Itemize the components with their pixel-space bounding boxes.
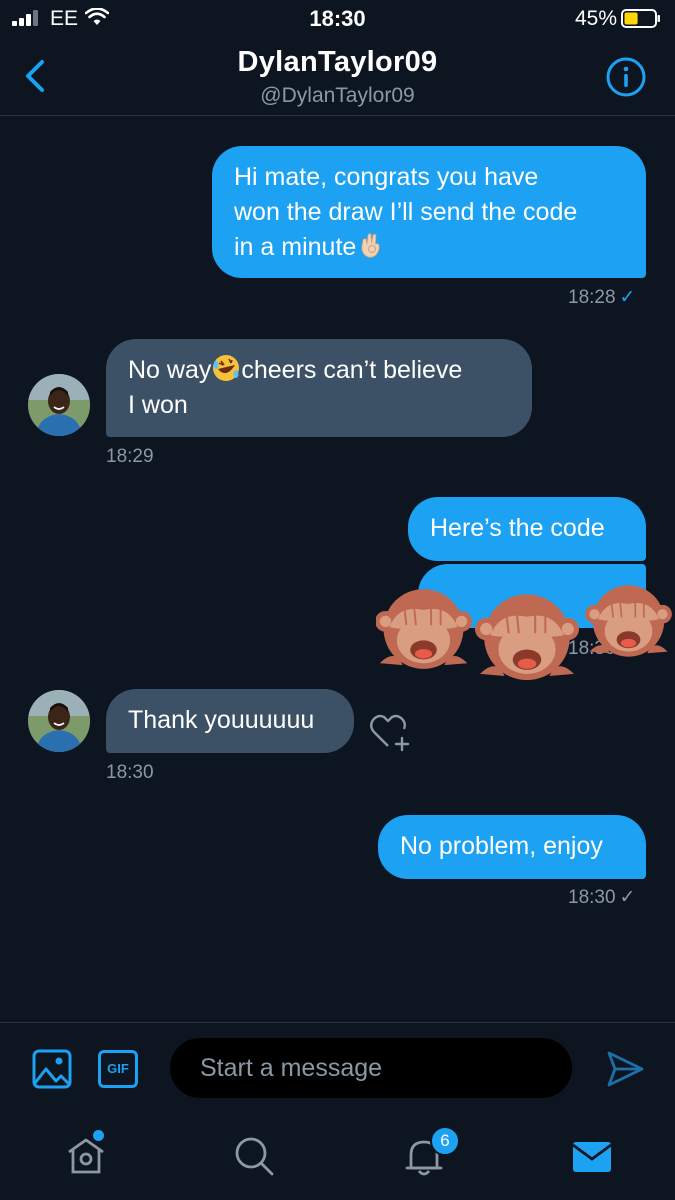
message-timestamp: 18:29 [106,446,154,467]
message-timestamp: 18:30 [106,762,154,783]
conversation-header: DylanTaylor09 @DylanTaylor09 [0,38,675,116]
read-check-icon: ✓ [619,287,636,308]
message-bubble-incoming[interactable]: Thank youuuuuu [106,689,354,753]
battery-percent: 45% [574,7,617,30]
avatar[interactable] [28,690,90,752]
image-icon[interactable] [32,1049,72,1089]
message-bubble-incoming[interactable]: No way cheers can’t believe I won [106,339,532,437]
message-line: Thank youuuuuu [128,706,315,734]
search-icon[interactable] [232,1134,276,1178]
contact-name[interactable]: DylanTaylor09 [0,46,675,79]
avatar-photo [28,690,90,752]
avatar[interactable] [28,374,90,436]
battery-icon [621,9,660,28]
sent-check-icon: ✓ [619,887,636,908]
see-no-evil-monkey-icon [376,588,473,670]
clock: 18:30 [309,6,366,31]
info-icon[interactable] [605,56,647,98]
home-icon[interactable] [64,1134,108,1178]
see-no-evil-monkey-icon [584,584,672,658]
contact-handle: @DylanTaylor09 [260,84,415,107]
gif-button[interactable]: GIF [98,1050,138,1088]
message-bubble-outgoing[interactable]: Hi mate, congrats you have won the draw … [212,146,646,278]
message-bubble-outgoing[interactable]: Here’s the code [408,497,646,561]
message-input[interactable] [170,1038,572,1098]
mail-icon[interactable] [570,1134,614,1178]
message-line: in a minute [234,230,624,265]
emoji-overlay [376,584,672,680]
message-line: Here’s the code [430,514,605,542]
heart-plus-icon[interactable] [368,712,412,752]
see-no-evil-monkey-icon [473,593,581,680]
message-line: No way cheers can’t believe [128,353,510,388]
message-timestamp: 18:30 ✓ [568,887,636,908]
notification-badge: 6 [430,1126,460,1156]
message-line: I won [128,391,188,419]
message-line: Hi mate, congrats you have [234,163,539,191]
message-line: No problem, enjoy [400,832,603,860]
status-bar: EE 18:30 45% [0,0,675,38]
send-icon[interactable] [605,1049,645,1089]
message-timestamp: 18:28 ✓ [568,287,636,308]
tab-bar [0,1114,675,1200]
home-unread-dot [93,1130,104,1141]
avatar-photo [28,374,90,436]
message-bubble-outgoing[interactable]: No problem, enjoy [378,815,646,879]
ok-hand-emoji-icon [361,233,380,258]
rofl-emoji-icon [213,355,240,381]
message-composer: GIF [0,1022,675,1114]
message-line: won the draw I’ll send the code [234,198,578,226]
